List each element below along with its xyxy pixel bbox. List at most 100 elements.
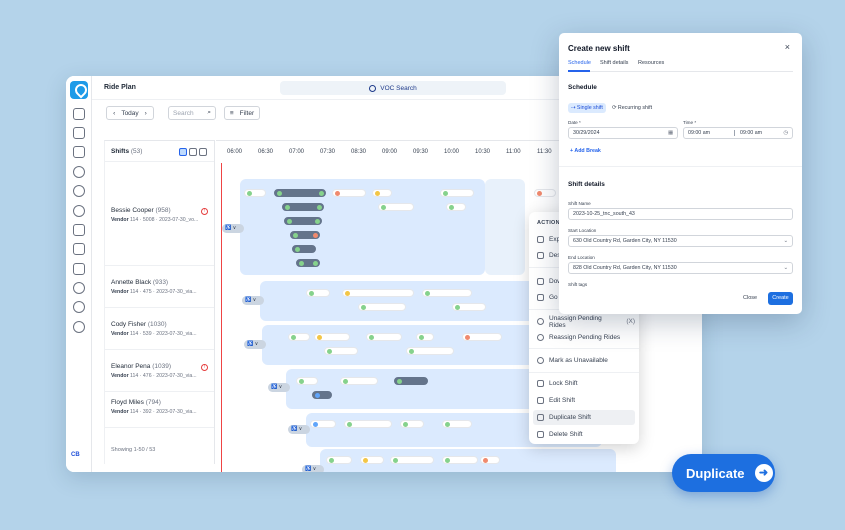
user-icon[interactable]: [73, 166, 85, 178]
ride-pill[interactable]: [366, 333, 402, 341]
shift-row[interactable]: Annette Black (933) Vendor 114 · 475 · 2…: [111, 279, 197, 295]
ride-pill[interactable]: [344, 420, 392, 428]
ride-pill[interactable]: [390, 456, 434, 464]
ride-pill[interactable]: [342, 289, 414, 297]
transfer-icon[interactable]: [73, 224, 85, 236]
steering-wheel-icon[interactable]: [73, 205, 85, 217]
tab-schedule[interactable]: Schedule: [568, 60, 591, 66]
ride-pill[interactable]: [446, 203, 466, 211]
tab-shift-details[interactable]: Shift details: [600, 60, 628, 66]
map-icon[interactable]: [73, 263, 85, 275]
ride-pill[interactable]: [244, 189, 266, 197]
wheelchair-chip[interactable]: ♿ ∨: [244, 340, 266, 349]
calendar-icon[interactable]: ▦: [668, 128, 673, 138]
shift-name-field[interactable]: 2023-10-25_tnc_south_43: [568, 208, 793, 220]
ride-pill[interactable]: [358, 303, 406, 311]
ride-pill[interactable]: [310, 420, 336, 428]
date-nav[interactable]: ‹ Today ›: [106, 106, 154, 120]
time-to[interactable]: 09:00 am: [740, 128, 762, 138]
menu-item-reassign-pending-rides[interactable]: Reassign Pending Rides: [533, 330, 635, 345]
search-input[interactable]: Search ⌕: [168, 106, 216, 120]
menu-item-delete-shift[interactable]: Delete Shift: [533, 427, 635, 442]
duplicate-button[interactable]: Duplicate ➜: [672, 454, 775, 492]
ride-pill[interactable]: [288, 333, 310, 341]
ride-pill[interactable]: [296, 259, 320, 267]
recurring-shift-toggle[interactable]: ⟳ Recurring shift: [612, 103, 652, 113]
ride-pill[interactable]: [442, 420, 472, 428]
chevron-right-icon[interactable]: ›: [145, 110, 147, 117]
ride-pill[interactable]: [406, 347, 454, 355]
shift-row[interactable]: Floyd Miles (794) Vendor 114 · 392 · 202…: [111, 399, 197, 415]
menu-item-lock-shift[interactable]: Lock Shift: [533, 376, 635, 391]
ride-pill[interactable]: [332, 189, 366, 197]
chevron-left-icon[interactable]: ‹: [113, 110, 115, 117]
voc-search[interactable]: VOC Search: [280, 81, 506, 95]
wheelchair-chip[interactable]: ♿ ∨: [222, 224, 244, 233]
shift-row[interactable]: Bessie Cooper (958) Vendor 114 · 5008 · …: [111, 207, 198, 223]
ride-pill[interactable]: [340, 377, 378, 385]
ride-pill[interactable]: [440, 189, 474, 197]
shift-row[interactable]: Cody Fisher (1030) Vendor 114 · 539 · 20…: [111, 321, 197, 337]
ride-pill[interactable]: [296, 377, 318, 385]
ride-pill[interactable]: [292, 245, 316, 253]
ride-pill[interactable]: [400, 420, 424, 428]
end-location-select[interactable]: 828 Old Country Rd, Garden City, NY 1153…: [568, 262, 793, 274]
dispatch-view-icon[interactable]: [189, 148, 197, 156]
ride-pill[interactable]: [284, 217, 322, 225]
wheelchair-chip[interactable]: ♿ ∨: [288, 425, 310, 434]
wheelchair-chip[interactable]: ♿ ∨: [302, 465, 324, 472]
time-from[interactable]: 09:00 am: [688, 130, 710, 136]
close-button[interactable]: Close: [743, 295, 757, 301]
add-break-button[interactable]: + Add Break: [570, 148, 601, 154]
tab-resources[interactable]: Resources: [638, 60, 664, 66]
wheelchair-chip[interactable]: ♿ ∨: [268, 383, 290, 392]
ride-pill[interactable]: [534, 189, 556, 197]
ride-pill[interactable]: [394, 377, 428, 385]
start-location-select[interactable]: 630 Old Country Rd, Garden City, NY 1153…: [568, 235, 793, 247]
alert-icon[interactable]: !: [201, 208, 208, 215]
ride-pill[interactable]: [290, 231, 320, 239]
ride-pill[interactable]: [282, 203, 324, 211]
menu-item-edit-shift[interactable]: Edit Shift: [533, 393, 635, 408]
alert-icon[interactable]: !: [201, 364, 208, 371]
settings-icon[interactable]: [73, 301, 85, 313]
refresh-icon[interactable]: [73, 282, 85, 294]
ride-pill[interactable]: [416, 333, 434, 341]
vehicle-icon[interactable]: [73, 243, 85, 255]
logo-icon[interactable]: [70, 81, 88, 99]
list-icon[interactable]: [73, 146, 85, 158]
ride-pill[interactable]: [378, 203, 414, 211]
ride-pill[interactable]: [462, 333, 502, 341]
ride-pill[interactable]: [372, 189, 392, 197]
ride-pill[interactable]: [422, 289, 472, 297]
avatar[interactable]: CB: [71, 452, 80, 458]
create-button[interactable]: Create: [768, 292, 793, 305]
ride-pill[interactable]: [312, 391, 332, 399]
vehicle-view-icon[interactable]: [199, 148, 207, 156]
close-icon[interactable]: ×: [785, 42, 790, 52]
shift-band[interactable]: [485, 179, 525, 275]
today-button[interactable]: Today: [121, 110, 138, 117]
shift-row[interactable]: Eleanor Pena (1039) Vendor 114 · 476 · 2…: [111, 363, 197, 379]
transfer-view-icon[interactable]: [179, 148, 187, 156]
ride-pill[interactable]: [326, 456, 352, 464]
ride-pill[interactable]: [360, 456, 384, 464]
ride-pill[interactable]: [306, 289, 330, 297]
notifications-icon[interactable]: [73, 108, 85, 120]
route-icon[interactable]: [73, 185, 85, 197]
ride-pill[interactable]: [324, 347, 358, 355]
menu-item-mark-unavailable[interactable]: Mark as Unavailable: [533, 353, 635, 368]
ride-pill[interactable]: [442, 456, 478, 464]
date-field[interactable]: 30/29/2024 ▦: [568, 127, 678, 139]
help-icon[interactable]: [73, 321, 85, 333]
ride-pill[interactable]: [480, 456, 500, 464]
ride-pill[interactable]: [452, 303, 486, 311]
menu-item-duplicate-shift[interactable]: Duplicate Shift: [533, 410, 635, 425]
ride-pill[interactable]: [274, 189, 326, 197]
ride-pill[interactable]: [314, 333, 350, 341]
time-field[interactable]: 09:00 am 09:00 am ◷: [683, 127, 793, 139]
dashboard-icon[interactable]: [73, 127, 85, 139]
single-shift-toggle[interactable]: ⇢ Single shift: [568, 103, 606, 113]
filter-button[interactable]: ≡ Filter: [224, 106, 260, 120]
menu-item-unassign-pending-rides[interactable]: Unassign Pending Rides (X): [533, 314, 635, 329]
